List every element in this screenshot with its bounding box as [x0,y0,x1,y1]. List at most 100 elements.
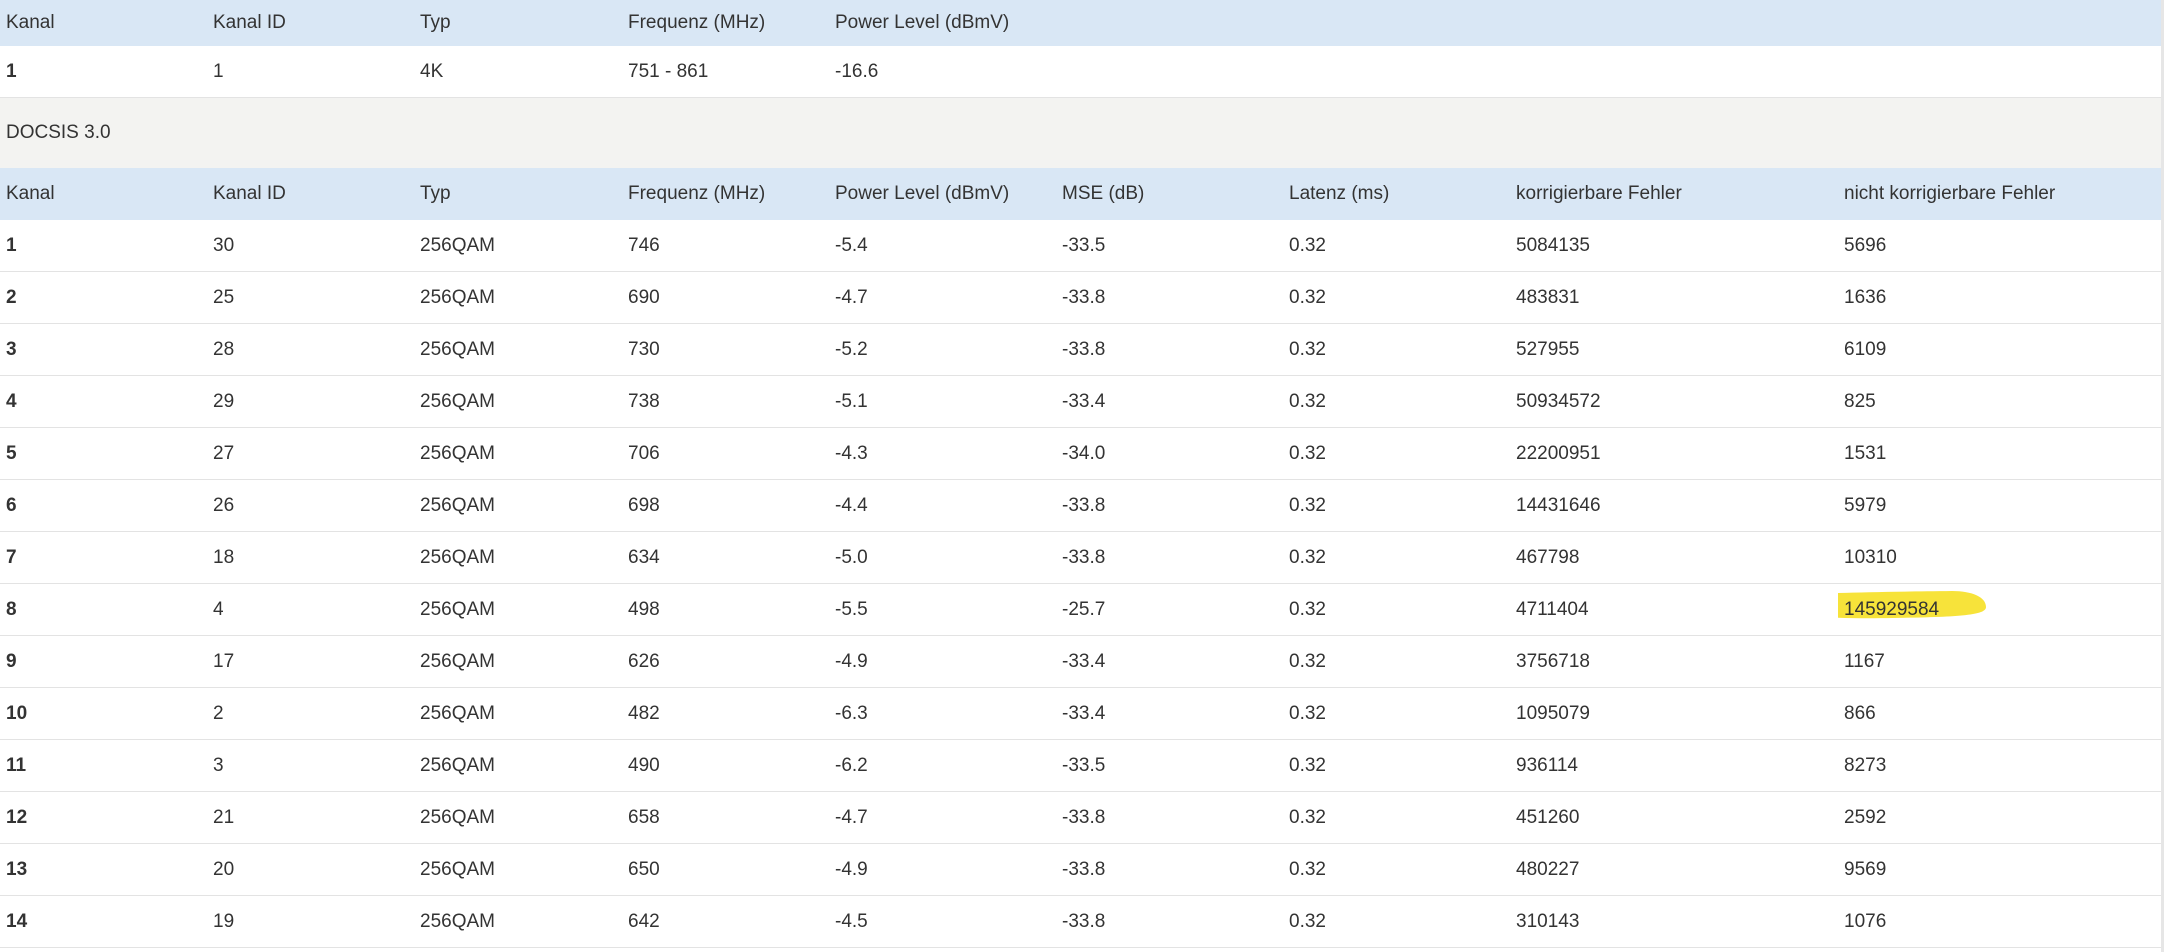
cell-frequenz: 698 [622,479,829,532]
cell-nicht-korrigierbare-fehler: 1636 [1838,271,2164,324]
cell-kanal-id: 26 [207,479,414,532]
cell-mse: -33.8 [1056,791,1283,844]
cell-mse: -33.4 [1056,635,1283,688]
cell-korrigierbare-fehler: 936114 [1510,739,1838,792]
col-header-korrigierbare-fehler: korrigierbare Fehler [1510,168,1838,220]
cell-nicht-korrigierbare-fehler: 5696 [1838,220,2164,272]
ofdm-channel-table: Kanal Kanal ID Typ Frequenz (MHz) Power … [0,0,2164,98]
cell-power-level: -5.1 [829,375,1056,428]
cell-typ: 4K [414,46,622,98]
cell-kanal: 10 [0,687,207,740]
cell-kanal: 14 [0,895,207,948]
cell-korrigierbare-fehler: 3756718 [1510,635,1838,688]
cell-power-level: -4.4 [829,479,1056,532]
cell-mse: -33.5 [1056,220,1283,272]
cell-latenz: 0.32 [1283,687,1510,740]
cell-kanal: 8 [0,583,207,636]
cell-frequenz: 490 [622,739,829,792]
cell-frequenz: 658 [622,791,829,844]
cell-kanal-id: 1 [207,46,414,98]
ofdm-table-header: Kanal Kanal ID Typ Frequenz (MHz) Power … [0,0,2164,46]
cell-korrigierbare-fehler: 451260 [1510,791,1838,844]
col-header-typ: Typ [414,0,622,46]
cell-mse: -25.7 [1056,583,1283,636]
table-row: 4 29 256QAM 738 -5.1 -33.4 0.32 50934572 825 [0,375,2164,428]
cell-nicht-korrigierbare-fehler: 9569 [1838,843,2164,896]
cell-korrigierbare-fehler: 483831 [1510,271,1838,324]
table-row: 14 19 256QAM 642 -4.5 -33.8 0.32 310143 1076 [0,895,2164,948]
cell-nicht-korrigierbare-fehler: 2592 [1838,791,2164,844]
cell-typ: 256QAM [414,220,622,272]
cell-power-level: -4.7 [829,271,1056,324]
cell-mse: -33.8 [1056,531,1283,584]
cell-frequenz: 642 [622,895,829,948]
cell-typ: 256QAM [414,843,622,896]
cell-nicht-korrigierbare-fehler: 825 [1838,375,2164,428]
cell-kanal-id: 18 [207,531,414,584]
cell-nicht-korrigierbare-fehler: 8273 [1838,739,2164,792]
cell-frequenz: 634 [622,531,829,584]
cell-power-level: -4.9 [829,843,1056,896]
scroll-edge-divider [2161,0,2164,952]
cell-nicht-korrigierbare-fehler: 145929584 [1838,583,2164,636]
cell-typ: 256QAM [414,583,622,636]
docsis30-table-body: 1 30 256QAM 746 -5.4 -33.5 0.32 5084135 5696 2 25 2… [0,220,2164,948]
cell-kanal-id: 27 [207,427,414,480]
cell-kanal: 1 [0,46,207,98]
cell-mse: -33.8 [1056,843,1283,896]
cell-frequenz: 498 [622,583,829,636]
cell-latenz: 0.32 [1283,791,1510,844]
cell-typ: 256QAM [414,739,622,792]
cell-kanal-id: 21 [207,791,414,844]
cell-kanal: 4 [0,375,207,428]
cell-typ: 256QAM [414,791,622,844]
cell-mse: -33.5 [1056,739,1283,792]
table-row: 1 30 256QAM 746 -5.4 -33.5 0.32 5084135 5696 [0,220,2164,272]
col-header-kanal-id: Kanal ID [207,0,414,46]
cell-latenz: 0.32 [1283,843,1510,896]
table-row: 12 21 256QAM 658 -4.7 -33.8 0.32 451260 2592 [0,791,2164,844]
cell-power-level: -4.3 [829,427,1056,480]
cell-latenz: 0.32 [1283,739,1510,792]
col-header-power-level: Power Level (dBmV) [829,168,1056,220]
cell-korrigierbare-fehler: 480227 [1510,843,1838,896]
cell-kanal-id: 17 [207,635,414,688]
cell-power-level: -4.7 [829,791,1056,844]
col-header-power-level: Power Level (dBmV) [829,0,2164,46]
cell-typ: 256QAM [414,375,622,428]
cell-latenz: 0.32 [1283,531,1510,584]
cell-kanal: 6 [0,479,207,532]
table-row: 13 20 256QAM 650 -4.9 -33.8 0.32 480227 9569 [0,843,2164,896]
cell-typ: 256QAM [414,271,622,324]
cell-kanal-id: 20 [207,843,414,896]
cell-mse: -33.8 [1056,479,1283,532]
table-row: 8 4 256QAM 498 -5.5 -25.7 0.32 4711404 145929584 [0,583,2164,636]
cell-nicht-korrigierbare-fehler: 1076 [1838,895,2164,948]
cell-mse: -34.0 [1056,427,1283,480]
cell-latenz: 0.32 [1283,220,1510,272]
cell-frequenz: 738 [622,375,829,428]
cell-latenz: 0.32 [1283,323,1510,376]
highlighted-value: 145929584 [1838,590,1986,621]
cell-power-level: -6.3 [829,687,1056,740]
cell-typ: 256QAM [414,687,622,740]
table-row: 10 2 256QAM 482 -6.3 -33.4 0.32 1095079 866 [0,687,2164,740]
cell-korrigierbare-fehler: 4711404 [1510,583,1838,636]
cell-nicht-korrigierbare-fehler: 1531 [1838,427,2164,480]
cell-latenz: 0.32 [1283,583,1510,636]
cell-frequenz: 690 [622,271,829,324]
cell-power-level: -5.5 [829,583,1056,636]
cell-latenz: 0.32 [1283,479,1510,532]
cell-frequenz: 746 [622,220,829,272]
col-header-kanal-id: Kanal ID [207,168,414,220]
col-header-mse: MSE (dB) [1056,168,1283,220]
cell-power-level: -4.9 [829,635,1056,688]
table-row: 6 26 256QAM 698 -4.4 -33.8 0.32 14431646 5979 [0,479,2164,532]
cell-korrigierbare-fehler: 1095079 [1510,687,1838,740]
col-header-kanal: Kanal [0,0,207,46]
table-row: 3 28 256QAM 730 -5.2 -33.8 0.32 527955 6109 [0,323,2164,376]
table-row: 9 17 256QAM 626 -4.9 -33.4 0.32 3756718 1167 [0,635,2164,688]
col-header-kanal: Kanal [0,168,207,220]
cell-kanal: 1 [0,220,207,272]
cell-power-level: -4.5 [829,895,1056,948]
